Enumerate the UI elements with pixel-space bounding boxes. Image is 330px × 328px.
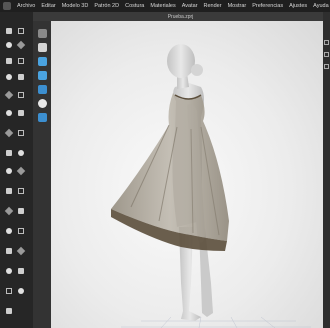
measure-tool-icon[interactable] xyxy=(6,248,12,254)
topstitch-tool-icon[interactable] xyxy=(4,206,14,216)
menu-editar[interactable]: Editar xyxy=(41,3,55,9)
arrangement-tool-icon[interactable] xyxy=(18,288,24,294)
texture-edit-tool-icon[interactable] xyxy=(6,188,12,194)
segment-sewing-tool-icon[interactable] xyxy=(4,128,14,138)
pin-3d-icon[interactable] xyxy=(38,113,47,122)
menu-ajustes[interactable]: Ajustes xyxy=(289,3,307,9)
sphere-view-icon[interactable] xyxy=(38,99,47,108)
add-point-tool-icon[interactable] xyxy=(6,74,12,80)
viewport-scene xyxy=(111,44,311,328)
pin-tool-icon[interactable] xyxy=(18,150,24,156)
transform-tool-icon[interactable] xyxy=(16,40,26,50)
strain-map-tool-icon[interactable] xyxy=(18,268,24,274)
rectangle-tool-icon[interactable] xyxy=(18,92,24,98)
buttonhole-tool-icon[interactable] xyxy=(6,228,12,234)
menu-mostrar[interactable]: Mostrar xyxy=(228,3,247,9)
cut-tool-icon[interactable] xyxy=(18,74,24,80)
avatar-measure-tool-icon[interactable] xyxy=(16,246,26,256)
menu-bar: Archivo Editar Modelo 3D Patrón 2D Costu… xyxy=(0,0,330,12)
edit-pattern-3d-icon[interactable] xyxy=(38,85,47,94)
panel-checkbox[interactable] xyxy=(324,40,329,45)
tack-tool-icon[interactable] xyxy=(6,150,12,156)
button-tool-icon[interactable] xyxy=(18,208,24,214)
menu-patron-2d[interactable]: Patrón 2D xyxy=(94,3,119,9)
fit-map-tool-icon[interactable] xyxy=(6,268,12,274)
move-tool-icon[interactable] xyxy=(6,42,12,48)
free-sewing-tool-icon[interactable] xyxy=(18,130,24,136)
pose-tool-icon[interactable] xyxy=(6,288,12,294)
simulate-icon[interactable] xyxy=(38,29,47,38)
menu-ayuda[interactable]: Ayuda xyxy=(313,3,329,9)
edit-pattern-tool-icon[interactable] xyxy=(6,58,12,64)
select-tool-icon[interactable] xyxy=(6,28,12,34)
document-title: Prueba.zprj xyxy=(167,13,194,20)
menu-modelo-3d[interactable]: Modelo 3D xyxy=(62,3,89,9)
viewport-toolbar xyxy=(33,21,51,328)
right-panel xyxy=(323,12,330,328)
floor-grid xyxy=(121,316,311,328)
select-mesh-tool-icon[interactable] xyxy=(18,28,24,34)
circle-tool-icon[interactable] xyxy=(6,110,12,116)
fold-arrangement-tool-icon[interactable] xyxy=(16,166,26,176)
dress-garment[interactable] xyxy=(111,93,229,251)
zipper-tool-icon[interactable] xyxy=(18,228,24,234)
panel-checkbox[interactable] xyxy=(324,64,329,69)
menu-archivo[interactable]: Archivo xyxy=(17,3,35,9)
edit-curvature-tool-icon[interactable] xyxy=(18,58,24,64)
fold-tool-icon[interactable] xyxy=(6,168,12,174)
app-logo-icon xyxy=(3,2,11,10)
cube-view-icon[interactable] xyxy=(38,57,47,66)
menu-preferencias[interactable]: Preferencias xyxy=(252,3,283,9)
transform-pattern-icon[interactable] xyxy=(38,71,47,80)
graphic-tool-icon[interactable] xyxy=(18,188,24,194)
polygon-tool-icon[interactable] xyxy=(4,90,14,100)
panel-checkbox[interactable] xyxy=(324,52,329,57)
menu-materiales[interactable]: Materiales xyxy=(150,3,175,9)
menu-avatar[interactable]: Avatar xyxy=(182,3,198,9)
internal-polygon-tool-icon[interactable] xyxy=(18,110,24,116)
3d-viewport[interactable] xyxy=(51,21,323,328)
menu-costura[interactable]: Costura xyxy=(125,3,144,9)
select-mesh-icon[interactable] xyxy=(38,43,47,52)
camera-tool-icon[interactable] xyxy=(6,308,12,314)
document-title-bar: Prueba.zprj xyxy=(33,12,328,21)
menu-render[interactable]: Render xyxy=(204,3,222,9)
left-toolbar xyxy=(0,12,33,328)
